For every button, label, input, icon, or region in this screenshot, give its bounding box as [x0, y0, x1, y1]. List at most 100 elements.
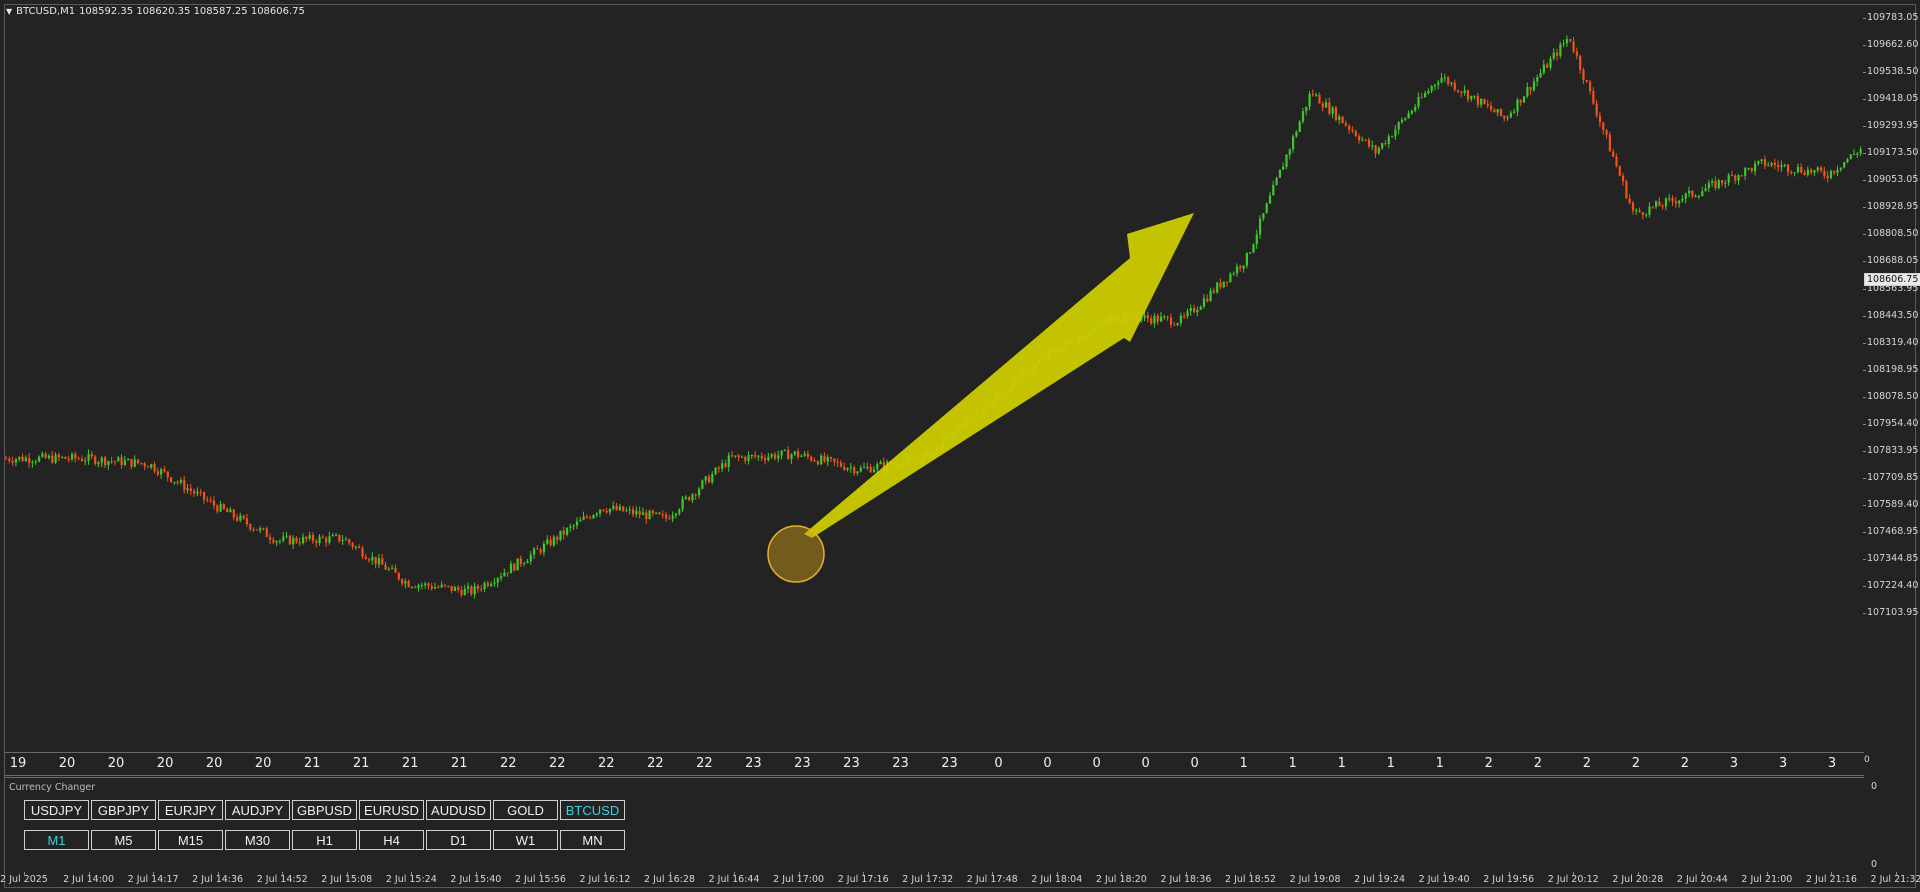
candle-body — [1777, 165, 1780, 168]
price-label: 108319.40 — [1867, 336, 1919, 348]
candle-body — [1160, 316, 1163, 322]
candle-body — [655, 512, 658, 514]
candle-body — [622, 506, 625, 512]
candle-body — [595, 513, 598, 516]
timeframe-button-m1[interactable]: M1 — [24, 830, 89, 850]
candle-body — [170, 477, 173, 483]
price-label: 108688.05 — [1867, 255, 1919, 267]
timeframe-button-m30[interactable]: M30 — [225, 830, 290, 850]
candle-body — [1433, 84, 1437, 87]
symbol-button-audjpy[interactable]: AUDJPY — [225, 800, 290, 820]
price-label: 108443.50 — [1867, 309, 1919, 321]
candle-body — [1470, 95, 1473, 100]
symbol-button-audusd[interactable]: AUDUSD — [426, 800, 491, 820]
scroll-marker[interactable]: 0 — [1864, 755, 1870, 765]
candle-body — [1516, 99, 1519, 112]
candle-body — [1615, 156, 1618, 167]
candle-body — [688, 496, 691, 501]
candle-body — [1823, 170, 1826, 176]
candle-body — [1582, 69, 1585, 80]
candle-body — [1787, 164, 1790, 172]
candle-body — [618, 506, 621, 510]
time-label: 2 Jul 18:20 — [1095, 874, 1147, 885]
time-label: 2 Jul 17:16 — [837, 874, 889, 885]
symbol-button-gbpusd[interactable]: GBPUSD — [292, 800, 357, 820]
candle-body — [24, 457, 27, 462]
price-axis[interactable]: 109783.05 109662.60 109538.50 109418.05 1092… — [1863, 4, 1920, 754]
candle-body — [1562, 43, 1565, 45]
candle-body — [1226, 281, 1229, 283]
candle-body — [1371, 145, 1374, 147]
candle-body — [1856, 153, 1859, 155]
candle-body — [605, 510, 608, 513]
candle-body — [1453, 82, 1456, 91]
currency-changer-window: Currency Changer USDJPY GBPJPY EURJPY AUDJP… — [4, 777, 1864, 873]
candle-body — [1668, 198, 1671, 200]
timeframe-button-mn[interactable]: MN — [560, 830, 625, 850]
price-tick — [1863, 450, 1866, 452]
candle-body — [1493, 109, 1496, 113]
candle-body — [747, 455, 750, 461]
hour-cell: 22 — [696, 756, 713, 771]
candle-body — [71, 453, 74, 460]
candle-body — [34, 461, 37, 463]
candle-body — [721, 463, 724, 469]
candle-body — [358, 546, 361, 549]
candle-body — [592, 515, 595, 519]
candle-body — [1625, 181, 1628, 199]
candle-body — [1466, 90, 1470, 100]
chart-canvas[interactable] — [4, 4, 1864, 754]
symbol-button-usdjpy[interactable]: USDJPY — [24, 800, 89, 820]
candle-body — [1803, 172, 1806, 175]
candle-body — [1730, 175, 1734, 177]
candle-body — [859, 467, 862, 472]
symbol-button-btcusd[interactable]: BTCUSD — [560, 800, 625, 820]
chart-menu-triangle-icon[interactable]: ▼ — [6, 7, 12, 16]
candle-body — [1513, 111, 1516, 113]
price-label: 108198.95 — [1867, 363, 1919, 375]
symbol-button-eurjpy[interactable]: EURJPY — [158, 800, 223, 820]
hour-cell: 22 — [549, 756, 566, 771]
time-axis[interactable]: 2 Jul 2025 2 Jul 14:00 2 Jul 14:17 2 Jul 14… — [0, 872, 1920, 888]
timeframe-button-h1[interactable]: H1 — [292, 830, 357, 850]
candle-body — [21, 456, 24, 462]
candle-body — [1589, 81, 1592, 92]
candle-body — [1546, 64, 1549, 68]
candle-body — [437, 586, 440, 588]
candle-body — [351, 543, 354, 547]
timeframe-button-m5[interactable]: M5 — [91, 830, 156, 850]
candle-body — [1509, 112, 1512, 118]
candle-body — [1849, 154, 1852, 160]
timeframe-button-h4[interactable]: H4 — [359, 830, 424, 850]
candle-body — [100, 457, 103, 463]
chart-header[interactable]: ▼ BTCUSD,M1 108592.35 108620.35 108587.2… — [6, 6, 305, 17]
candle-body — [196, 491, 199, 494]
candle-body — [288, 535, 291, 545]
price-label: 109538.50 — [1867, 66, 1919, 78]
candle-body — [1450, 82, 1453, 84]
candle-body — [1658, 201, 1661, 207]
candle-body — [625, 510, 628, 512]
timeframe-button-d1[interactable]: D1 — [426, 830, 491, 850]
symbol-button-eurusd[interactable]: EURUSD — [359, 800, 424, 820]
symbol-button-gold[interactable]: GOLD — [493, 800, 558, 820]
candle-body — [1499, 109, 1503, 116]
candle-body — [1265, 203, 1268, 214]
candle-body — [1259, 218, 1262, 235]
candle-body — [806, 453, 810, 457]
candle-body — [384, 564, 387, 570]
candle-body — [612, 505, 615, 509]
candle-body — [1773, 162, 1776, 166]
candle-body — [153, 464, 156, 472]
timeframe-button-w1[interactable]: W1 — [493, 830, 558, 850]
candle-body — [1598, 115, 1602, 123]
symbol-button-gbpjpy[interactable]: GBPJPY — [91, 800, 156, 820]
candle-body — [44, 453, 47, 458]
candle-body — [1268, 195, 1272, 204]
hour-cell: 2 — [1631, 756, 1641, 771]
candle-body — [1661, 206, 1664, 208]
candle-body — [820, 455, 823, 465]
time-label: 2 Jul 18:36 — [1160, 874, 1212, 885]
candle-body — [783, 449, 786, 451]
timeframe-button-m15[interactable]: M15 — [158, 830, 223, 850]
